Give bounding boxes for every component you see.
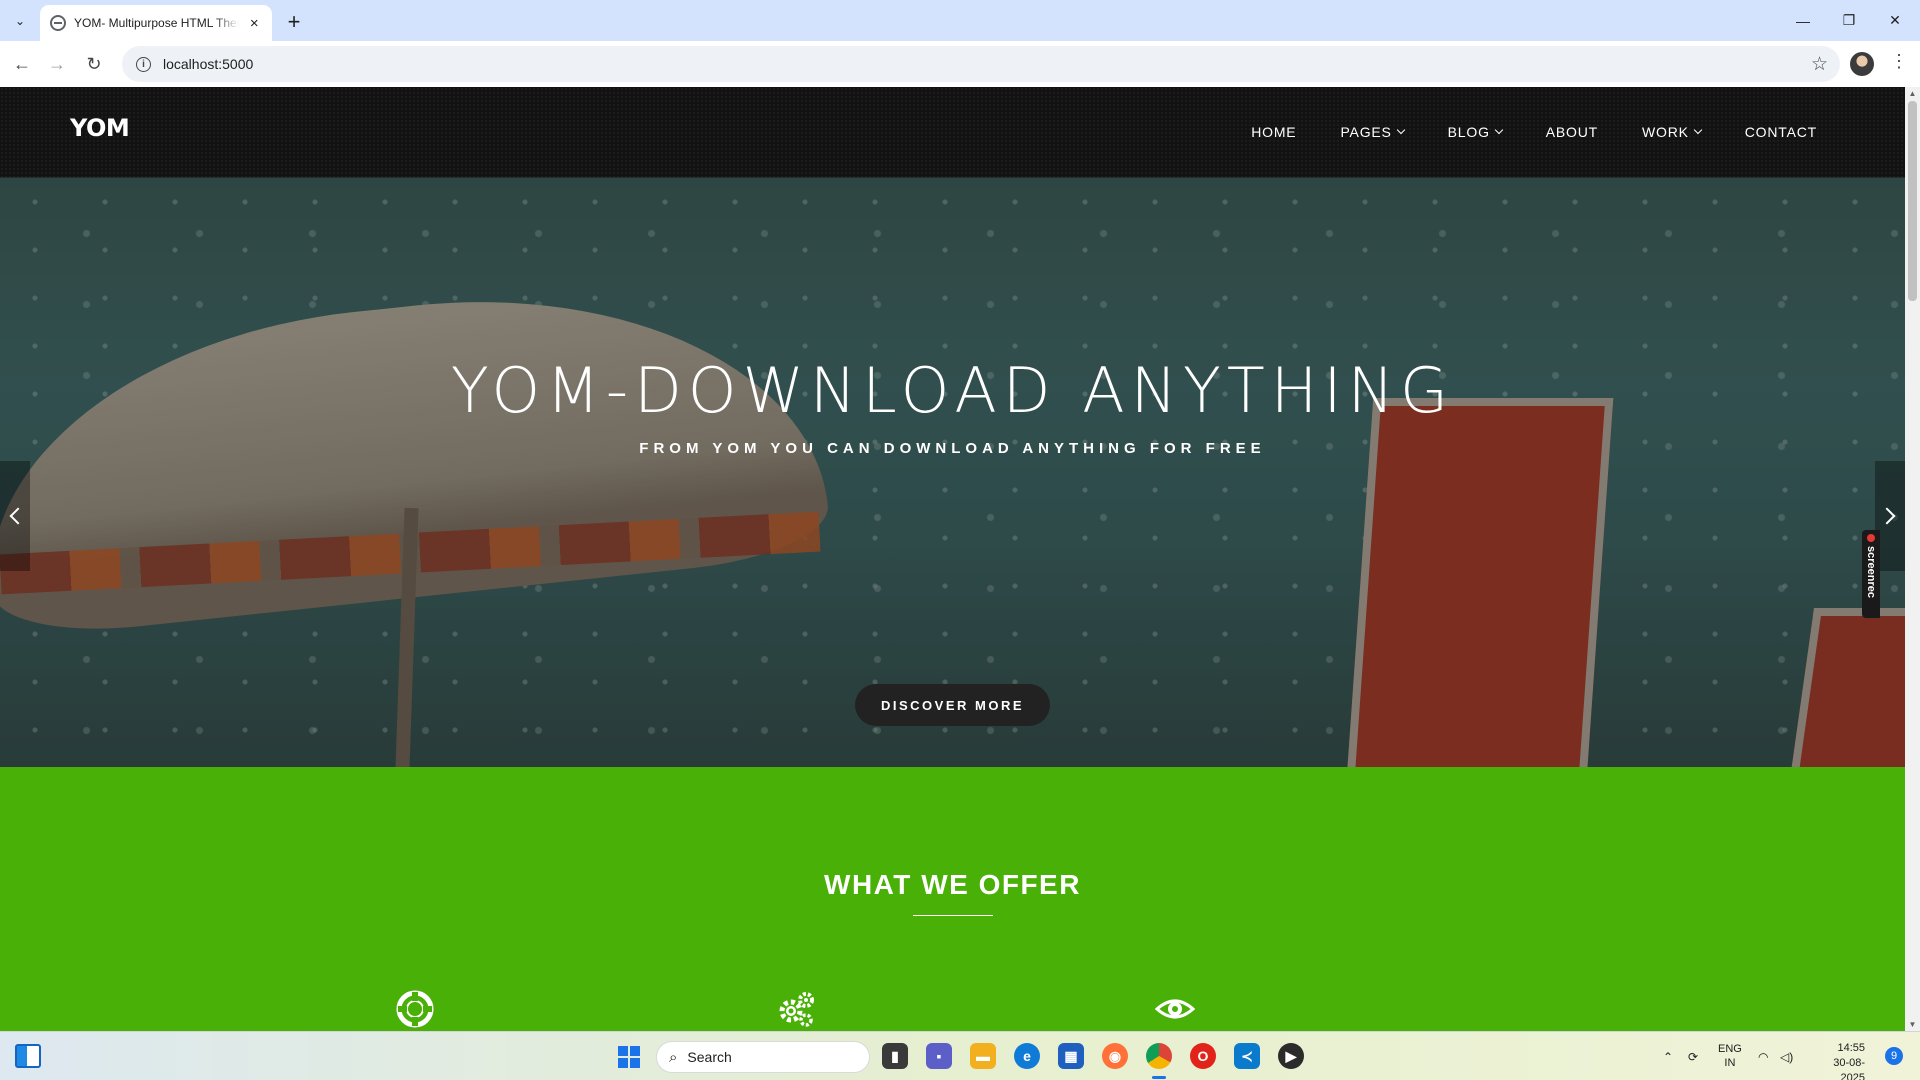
language-indicator[interactable]: ENG IN	[1718, 1042, 1742, 1070]
nav-work[interactable]: WORK	[1642, 124, 1703, 140]
wifi-icon[interactable]: ◠	[1758, 1032, 1768, 1080]
gears-icon	[779, 992, 814, 1027]
windows-start-icon[interactable]	[618, 1046, 640, 1068]
forward-arrow-icon[interactable]: →	[43, 50, 71, 78]
screenrec-widget[interactable]: screenrec	[1862, 530, 1880, 618]
scroll-down-icon[interactable]: ▼	[1908, 1020, 1917, 1029]
file-explorer-icon[interactable]: ▬	[970, 1043, 996, 1069]
lang-region: IN	[1724, 1057, 1736, 1069]
page-viewport: YOM HOME PAGES BLOG ABOUT WORK CONTACT Y…	[0, 87, 1920, 1031]
site-logo[interactable]: YOM	[70, 114, 130, 142]
tray-chevron-up-icon[interactable]: ⌃	[1663, 1032, 1673, 1080]
section-title: WHAT WE OFFER	[824, 869, 1081, 900]
task-view-icon[interactable]: ▮	[882, 1043, 908, 1069]
nav-blog[interactable]: BLOG	[1447, 124, 1504, 140]
record-dot-icon	[1867, 534, 1875, 542]
teams-icon[interactable]: ▪	[926, 1043, 952, 1069]
reload-icon[interactable]: ↻	[80, 50, 108, 78]
nav-label: HOME	[1251, 124, 1297, 140]
kebab-menu-icon[interactable]: ⋮	[1890, 51, 1908, 72]
clock-date: 30-08-2025	[1833, 1057, 1865, 1080]
sync-icon[interactable]: ⟳	[1688, 1032, 1698, 1080]
nav-label: WORK	[1642, 124, 1689, 140]
window-close-icon[interactable]: ✕	[1872, 0, 1918, 41]
lang-code: ENG	[1718, 1043, 1742, 1055]
slider-prev-button[interactable]	[0, 461, 30, 571]
eye-icon	[1155, 999, 1195, 1019]
edge-icon[interactable]: e	[1014, 1043, 1040, 1069]
minimize-icon[interactable]: —	[1780, 0, 1826, 41]
notification-badge[interactable]: 9	[1885, 1047, 1903, 1065]
section-divider	[913, 915, 993, 916]
hero-title: YOM-DOWNLOAD ANYTHING	[450, 354, 1455, 427]
chevron-down-icon	[1693, 125, 1703, 135]
chevron-left-icon	[9, 507, 27, 525]
vscode-icon[interactable]: ≺	[1234, 1043, 1260, 1069]
active-app-indicator	[1152, 1076, 1166, 1079]
page-scrollbar[interactable]: ▲ ▼	[1905, 87, 1920, 1031]
globe-icon	[50, 15, 66, 31]
chevron-right-icon	[1878, 507, 1896, 525]
chrome-icon[interactable]	[1146, 1043, 1172, 1069]
site-header: YOM HOME PAGES BLOG ABOUT WORK CONTACT	[0, 87, 1905, 178]
browser-tab-bar: ⌄ YOM- Multipurpose HTML Theme × + — ❐ ✕	[0, 0, 1920, 41]
scroll-up-icon[interactable]: ▲	[1908, 89, 1917, 98]
restore-icon[interactable]: ❐	[1826, 0, 1872, 41]
opera-icon[interactable]: O	[1190, 1043, 1216, 1069]
site-info-icon[interactable]: i	[136, 56, 151, 72]
clock-time: 14:55	[1837, 1042, 1865, 1054]
hero-subtitle: FROM YOM YOU CAN DOWNLOAD ANYTHING FOR F…	[639, 440, 1266, 457]
address-bar[interactable]: i localhost:5000 ☆	[122, 46, 1840, 82]
tab-close-icon[interactable]: ×	[247, 15, 262, 32]
back-arrow-icon[interactable]: ←	[8, 50, 36, 78]
tab-title: YOM- Multipurpose HTML Theme	[74, 16, 239, 30]
nav-home[interactable]: HOME	[1251, 124, 1296, 140]
lifebuoy-icon	[396, 990, 434, 1028]
tab-search-chevron-icon[interactable]: ⌄	[8, 9, 32, 33]
microsoft-store-icon[interactable]: ▦	[1058, 1043, 1084, 1069]
nav-contact[interactable]: CONTACT	[1745, 124, 1817, 140]
media-player-icon[interactable]: ▶	[1278, 1043, 1304, 1069]
clock[interactable]: 14:55 30-08-2025	[1810, 1041, 1865, 1080]
hero-slider: YOM-DOWNLOAD ANYTHING FROM YOM YOU CAN D…	[0, 178, 1905, 767]
screenrec-label: screenrec	[1865, 546, 1877, 598]
discover-more-button[interactable]: DISCOVER MORE	[855, 684, 1050, 726]
new-tab-button[interactable]: +	[280, 8, 308, 36]
chevron-down-icon	[1494, 125, 1504, 135]
volume-icon[interactable]: ◁)	[1780, 1032, 1793, 1080]
browser-tab[interactable]: YOM- Multipurpose HTML Theme ×	[40, 5, 272, 41]
browser-toolbar: ← → ↻ i localhost:5000 ☆ ⋮	[0, 41, 1920, 87]
nav-pages[interactable]: PAGES	[1340, 124, 1405, 140]
what-we-offer-section: WHAT WE OFFER	[0, 767, 1905, 1031]
firefox-icon[interactable]: ◉	[1102, 1043, 1128, 1069]
taskbar-search[interactable]: ⌕ Search	[656, 1041, 870, 1073]
main-nav: HOME PAGES BLOG ABOUT WORK CONTACT	[1207, 124, 1817, 140]
nav-about[interactable]: ABOUT	[1546, 124, 1598, 140]
search-icon: ⌕	[669, 1048, 678, 1066]
bookmark-star-icon[interactable]: ☆	[1811, 53, 1828, 76]
windows-taskbar: ⌕ Search ▮ ▪ ▬ e ▦ ◉ O ≺ ▶ ⌃ ⟳ ENG IN ◠ …	[0, 1031, 1920, 1080]
scrollbar-thumb[interactable]	[1908, 101, 1917, 301]
widgets-icon[interactable]	[15, 1044, 41, 1068]
chevron-down-icon	[1396, 125, 1405, 135]
hero-overlay	[0, 178, 1905, 767]
nav-label: CONTACT	[1744, 124, 1817, 140]
nav-label: BLOG	[1447, 124, 1490, 140]
nav-label: ABOUT	[1545, 124, 1598, 140]
nav-label: PAGES	[1340, 124, 1392, 140]
profile-avatar[interactable]	[1850, 52, 1874, 76]
url-text: localhost:5000	[163, 56, 254, 72]
taskbar-search-label: Search	[687, 1049, 732, 1065]
